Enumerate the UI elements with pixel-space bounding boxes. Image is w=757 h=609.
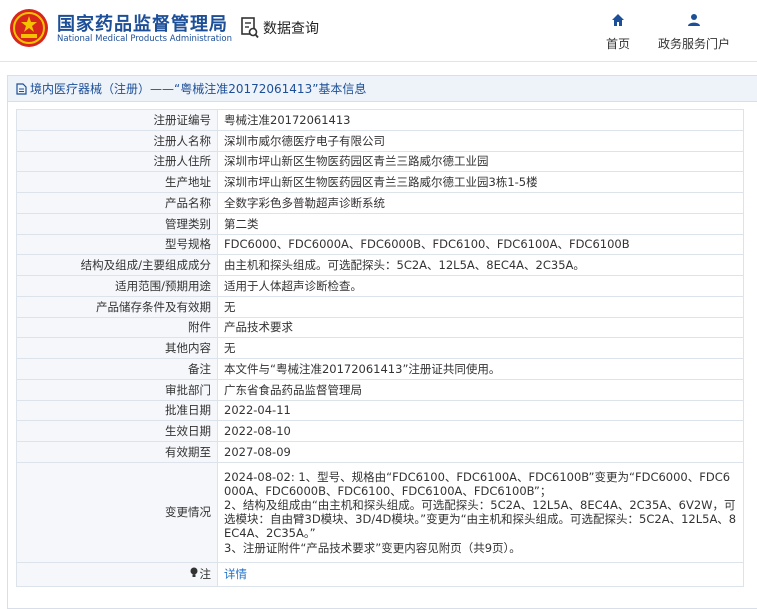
field-value: 无 — [217, 295, 744, 318]
table-row: 生效日期 2022-08-10 — [16, 420, 744, 442]
field-value: 2022-04-11 — [217, 399, 744, 422]
user-icon — [688, 14, 700, 26]
table-row: 注册证编号 粤械注准20172061413 — [16, 109, 744, 131]
table-row: 审批部门 广东省食品药品监督管理局 — [16, 378, 744, 401]
field-label: 备注 — [16, 358, 218, 380]
site-title-en: National Medical Products Administration — [57, 34, 232, 44]
change-history-row: 变更情况 2024-08-02: 1、型号、规格由“FDC6100、FDC6100… — [16, 461, 744, 563]
note-label: 注 — [199, 567, 212, 582]
site-header: 国家药品监督管理局 National Medical Products Admi… — [0, 0, 757, 62]
change-history-value: 2024-08-02: 1、型号、规格由“FDC6100、FDC6100A、FD… — [217, 461, 744, 563]
field-label: 产品储存条件及有效期 — [16, 295, 218, 318]
table-row: 结构及组成/主要组成成分 由主机和探头组成。可选配探头：5C2A、12L5A、8E… — [16, 254, 744, 276]
field-value: 本文件与“粤械注准20172061413”注册证共同使用。 — [217, 358, 744, 380]
field-label: 注册人住所 — [16, 150, 218, 173]
field-label: 生产地址 — [16, 171, 218, 193]
nav-gov-service[interactable]: 政务服务门户 — [652, 12, 736, 52]
table-row: 注册人住所 深圳市坪山新区生物医药园区青兰三路威尔德工业园 — [16, 150, 744, 173]
field-value: 全数字彩色多普勒超声诊断系统 — [217, 192, 744, 214]
field-label: 生效日期 — [16, 420, 218, 442]
field-value: 无 — [217, 337, 744, 359]
detail-panel: 境内医疗器械（注册）——“粤械注准20172061413”基本信息 注册证编号粤… — [7, 75, 757, 609]
field-label: 附件 — [16, 316, 218, 339]
field-label: 结构及组成/主要组成成分 — [16, 254, 218, 276]
details-link[interactable]: 详情 — [224, 567, 247, 581]
table-row: 注册人名称 深圳市威尔德医疗电子有限公司 — [16, 129, 744, 152]
table-row: 型号规格 FDC6000、FDC6000A、FDC6000B、FDC6100、FD… — [16, 233, 744, 256]
field-value: 2022-08-10 — [217, 420, 744, 442]
field-value: 粤械注准20172061413 — [217, 109, 744, 131]
lightbulb-icon — [190, 567, 198, 581]
field-value: 由主机和探头组成。可选配探头：5C2A、12L5A、8EC4A、2C35A。 — [217, 254, 744, 276]
note-value: 详情 — [217, 561, 744, 587]
table-row: 产品名称 全数字彩色多普勒超声诊断系统 — [16, 192, 744, 214]
table-row: 其他内容无 — [16, 337, 744, 359]
field-value: 深圳市坪山新区生物医药园区青兰三路威尔德工业园3栋1-5楼 — [217, 171, 744, 193]
note-row: 注详情 — [16, 561, 744, 587]
document-search-icon — [241, 17, 259, 39]
field-value: 2027-08-09 — [217, 441, 744, 463]
field-label: 管理类别 — [16, 212, 218, 235]
field-label: 适用范围/预期用途 — [16, 275, 218, 297]
document-icon — [16, 82, 27, 95]
nav-home-label: 首页 — [605, 37, 630, 51]
field-value: 第二类 — [217, 212, 744, 235]
nav-home[interactable]: 首页 — [600, 12, 636, 52]
field-label: 其他内容 — [16, 337, 218, 359]
data-query-link[interactable]: 数据查询 — [241, 15, 319, 41]
field-label: 变更情况 — [16, 461, 218, 563]
table-row: 管理类别 第二类 — [16, 212, 744, 235]
change-line: 3、注册证附件“产品技术要求”变更内容见附页（共9页）。 — [224, 540, 521, 555]
panel-header: 境内医疗器械（注册）——“粤械注准20172061413”基本信息 — [8, 76, 757, 102]
table-row: 产品储存条件及有效期无 — [16, 295, 744, 318]
field-value: 产品技术要求 — [217, 316, 744, 339]
change-line: 2024-08-02: 1、型号、规格由“FDC6100、FDC6100A、FD… — [224, 469, 731, 498]
site-title: 国家药品监督管理局 — [57, 14, 228, 35]
nav-gov-service-label: 政务服务门户 — [657, 37, 730, 51]
field-label: 有效期至 — [16, 441, 218, 463]
table-row: 适用范围/预期用途 适用于人体超声诊断检查。 — [16, 275, 744, 297]
field-label: 产品名称 — [16, 192, 218, 214]
national-emblem-icon — [10, 9, 48, 47]
field-value: 深圳市威尔德医疗电子有限公司 — [217, 129, 744, 152]
panel-title: 境内医疗器械（注册）——“粤械注准20172061413”基本信息 — [30, 82, 367, 96]
registration-info-table: 注册证编号 粤械注准20172061413 注册人名称 深圳市威尔德医疗电子有限公司注… — [16, 109, 744, 587]
field-label: 注册证编号 — [16, 109, 218, 131]
field-label: 批准日期 — [16, 399, 218, 422]
table-row: 生产地址 深圳市坪山新区生物医药园区青兰三路威尔德工业园3栋1-5楼 — [16, 171, 744, 193]
table-row: 备注 本文件与“粤械注准20172061413”注册证共同使用。 — [16, 358, 744, 380]
home-icon — [612, 14, 624, 26]
data-query-label: 数据查询 — [263, 21, 319, 37]
field-value: 广东省食品药品监督管理局 — [217, 378, 744, 401]
field-label: 注册人名称 — [16, 129, 218, 152]
field-label: 审批部门 — [16, 378, 218, 401]
field-label: 型号规格 — [16, 233, 218, 256]
change-line: 2、结构及组成由“由主机和探头组成。可选配探头：5C2A、12L5A、8EC4A… — [224, 498, 737, 541]
table-row: 批准日期 2022-04-11 — [16, 399, 744, 422]
note-label-cell: 注 — [16, 561, 218, 587]
table-row: 有效期至 2027-08-09 — [16, 441, 744, 463]
table-row: 附件 产品技术要求 — [16, 316, 744, 339]
field-value: 适用于人体超声诊断检查。 — [217, 275, 744, 297]
field-value: FDC6000、FDC6000A、FDC6000B、FDC6100、FDC610… — [217, 233, 744, 256]
field-value: 深圳市坪山新区生物医药园区青兰三路威尔德工业园 — [217, 150, 744, 173]
